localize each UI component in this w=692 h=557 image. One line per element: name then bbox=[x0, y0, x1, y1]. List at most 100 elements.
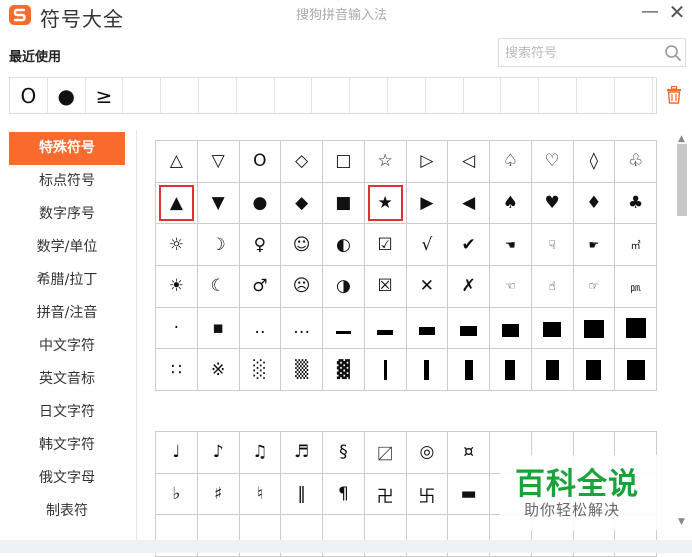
scroll-down-arrow-icon[interactable]: ▼ bbox=[678, 517, 685, 527]
symbol-cell[interactable]: ◎ bbox=[406, 432, 449, 474]
recent-empty-slot[interactable] bbox=[539, 78, 577, 113]
recent-empty-slot[interactable] bbox=[388, 78, 426, 113]
recent-empty-slot[interactable] bbox=[426, 78, 464, 113]
category-item[interactable]: 中文字符 bbox=[9, 330, 125, 363]
symbol-cell[interactable]: § bbox=[323, 432, 365, 474]
scroll-up-arrow-icon[interactable]: ▲ bbox=[678, 134, 685, 144]
category-item[interactable]: 数字序号 bbox=[9, 198, 125, 231]
symbol-cell[interactable]: ▅ bbox=[490, 307, 532, 350]
symbol-cell[interactable]: ☜ bbox=[490, 266, 532, 308]
symbol-cell[interactable]: ♤ bbox=[490, 141, 532, 183]
symbol-cell[interactable]: ▎ bbox=[406, 349, 449, 392]
symbol-cell[interactable]: ♡ bbox=[531, 141, 574, 183]
symbol-cell[interactable]: ▏ bbox=[364, 349, 407, 392]
symbol-cell[interactable]: ♧ bbox=[615, 141, 657, 183]
symbol-cell[interactable]: ♠ bbox=[490, 182, 532, 225]
symbol-cell[interactable]: ★ bbox=[364, 182, 407, 225]
symbol-cell[interactable]: ☹ bbox=[281, 266, 323, 308]
symbol-cell[interactable]: ☟ bbox=[531, 224, 574, 267]
symbol-cell[interactable]: ㎡ bbox=[615, 224, 657, 267]
symbol-cell[interactable]: ♫ bbox=[239, 432, 282, 474]
symbol-cell[interactable]: ▽ bbox=[197, 141, 240, 183]
symbol-cell[interactable]: ◁ bbox=[448, 141, 490, 183]
symbol-cell[interactable]: █ bbox=[615, 307, 657, 350]
symbol-cell[interactable]: ▒ bbox=[281, 349, 323, 392]
symbol-cell[interactable]: ♥ bbox=[531, 182, 574, 225]
recent-symbol[interactable]: O bbox=[10, 78, 48, 113]
symbol-cell[interactable]: ☽ bbox=[197, 224, 240, 267]
symbol-cell[interactable]: ☑ bbox=[364, 224, 407, 267]
symbol-cell[interactable]: ▉ bbox=[615, 349, 657, 392]
category-item[interactable]: 拼音/注音 bbox=[9, 297, 125, 330]
scrollbar-thumb[interactable] bbox=[677, 144, 687, 216]
symbol-cell[interactable]: ¶ bbox=[323, 473, 365, 516]
recent-symbol[interactable]: ● bbox=[48, 78, 86, 113]
category-item[interactable]: 俄文字母 bbox=[9, 462, 125, 495]
symbol-cell[interactable]: ▼ bbox=[197, 182, 240, 225]
symbol-cell[interactable]: ✔ bbox=[448, 224, 490, 267]
symbol-cell[interactable]: ▲ bbox=[156, 182, 198, 225]
recent-empty-slot[interactable] bbox=[199, 78, 237, 113]
recent-empty-slot[interactable] bbox=[577, 78, 615, 113]
symbol-cell[interactable]: 〼 bbox=[364, 432, 407, 474]
symbol-cell[interactable]: ▄ bbox=[448, 307, 490, 350]
symbol-cell[interactable]: ㏘ bbox=[615, 266, 657, 308]
symbol-cell[interactable]: ✕ bbox=[406, 266, 449, 308]
symbol-cell[interactable]: ▌ bbox=[490, 349, 532, 392]
symbol-cell[interactable]: △ bbox=[156, 141, 198, 183]
symbol-cell[interactable]: ◇ bbox=[281, 141, 323, 183]
symbol-cell[interactable]: ☝ bbox=[531, 266, 574, 308]
recent-empty-slot[interactable] bbox=[350, 78, 388, 113]
symbol-cell[interactable]: ☛ bbox=[573, 224, 616, 267]
trash-icon[interactable] bbox=[666, 86, 682, 104]
symbol-cell[interactable]: ☞ bbox=[573, 266, 616, 308]
category-item[interactable]: 标点符号 bbox=[9, 165, 125, 198]
symbol-cell[interactable]: ◀ bbox=[448, 182, 490, 225]
symbol-cell[interactable]: ▁ bbox=[323, 307, 365, 350]
category-item[interactable]: 英文音标 bbox=[9, 363, 125, 396]
symbol-cell[interactable]: ☼ bbox=[156, 224, 198, 267]
category-item[interactable]: 日文字符 bbox=[9, 396, 125, 429]
category-item[interactable]: 希腊/拉丁 bbox=[9, 264, 125, 297]
recent-empty-slot[interactable] bbox=[275, 78, 313, 113]
recent-empty-slot[interactable] bbox=[464, 78, 502, 113]
vertical-scrollbar[interactable]: ▲ ▼ bbox=[674, 132, 690, 532]
symbol-cell[interactable]: ▇ bbox=[573, 307, 616, 350]
symbol-cell[interactable]: 卍 bbox=[364, 473, 407, 516]
minimize-button[interactable]: — bbox=[637, 0, 663, 26]
symbol-cell[interactable]: · bbox=[156, 307, 198, 350]
symbol-cell[interactable]: ▷ bbox=[406, 141, 449, 183]
symbol-cell[interactable]: ░ bbox=[239, 349, 282, 392]
symbol-cell[interactable]: ♭ bbox=[156, 473, 198, 516]
symbol-cell[interactable]: ♪ bbox=[197, 432, 240, 474]
recent-empty-slot[interactable] bbox=[237, 78, 275, 113]
symbol-cell[interactable]: ♩ bbox=[156, 432, 198, 474]
symbol-cell[interactable]: ‖ bbox=[281, 473, 323, 516]
search-icon[interactable] bbox=[663, 43, 683, 63]
symbol-cell[interactable]: ♮ bbox=[239, 473, 282, 516]
category-item[interactable]: 特殊符号 bbox=[9, 132, 125, 165]
category-item[interactable]: 韩文字符 bbox=[9, 429, 125, 462]
symbol-cell[interactable]: ✗ bbox=[448, 266, 490, 308]
symbol-cell[interactable]: ● bbox=[239, 182, 282, 225]
symbol-cell[interactable]: √ bbox=[406, 224, 449, 267]
symbol-cell[interactable]: ◊ bbox=[573, 141, 616, 183]
symbol-cell[interactable]: ☚ bbox=[490, 224, 532, 267]
symbol-cell[interactable]: ☆ bbox=[364, 141, 407, 183]
symbol-cell[interactable]: □ bbox=[323, 141, 365, 183]
symbol-cell[interactable]: ♂ bbox=[239, 266, 282, 308]
recent-empty-slot[interactable] bbox=[501, 78, 540, 113]
search-input[interactable] bbox=[505, 44, 655, 62]
symbol-cell[interactable]: O bbox=[239, 141, 282, 183]
symbol-cell[interactable]: ♀ bbox=[239, 224, 282, 267]
symbol-cell[interactable]: ♯ bbox=[197, 473, 240, 516]
category-item[interactable]: 数学/单位 bbox=[9, 231, 125, 264]
symbol-cell[interactable]: ◐ bbox=[323, 224, 365, 267]
recent-symbol[interactable]: ≥ bbox=[86, 78, 124, 113]
recent-empty-slot[interactable] bbox=[161, 78, 199, 113]
close-button[interactable]: ✕ bbox=[664, 0, 690, 26]
symbol-cell[interactable]: ※ bbox=[197, 349, 240, 392]
symbol-cell[interactable]: ▬ bbox=[448, 473, 490, 516]
symbol-cell[interactable]: ▆ bbox=[531, 307, 574, 350]
recent-empty-slot[interactable] bbox=[615, 78, 653, 113]
